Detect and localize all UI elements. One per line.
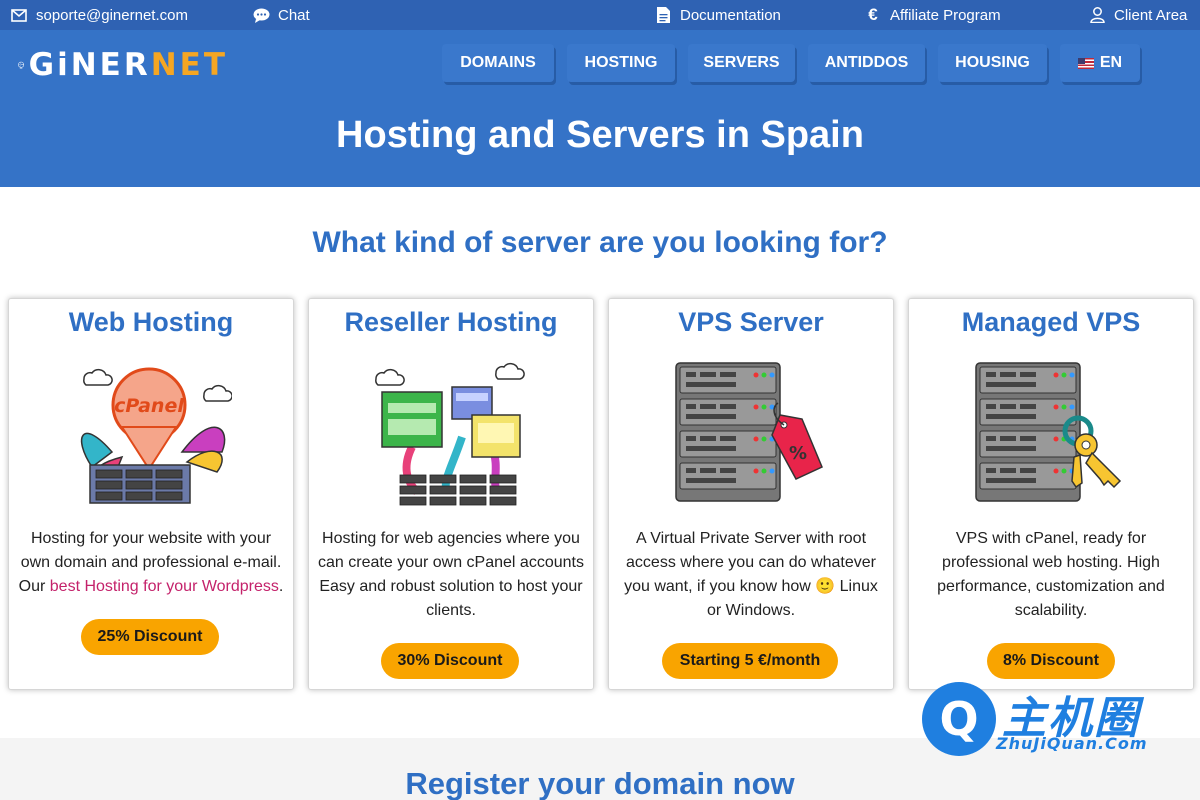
client-area-link[interactable]: Client Area xyxy=(1088,0,1187,30)
nav-domains[interactable]: DOMAINS xyxy=(442,44,554,82)
pricing-button[interactable]: Starting 5 €/month xyxy=(662,643,838,679)
document-icon xyxy=(654,6,672,24)
euro-icon: € xyxy=(868,5,878,24)
ginernet-logo[interactable]: GiNERNET xyxy=(18,34,228,96)
envelope-icon xyxy=(10,6,28,24)
user-icon xyxy=(1088,6,1106,24)
watermark-logo-icon: Q xyxy=(922,682,996,756)
register-domain-title: Register your domain now xyxy=(405,766,795,800)
wordpress-hosting-link[interactable]: best Hosting for your Wordpress xyxy=(50,578,279,595)
discount-button[interactable]: 30% Discount xyxy=(381,643,519,679)
top-bar: soporte@ginernet.com Chat Documentation … xyxy=(0,0,1200,30)
chat-text: Chat xyxy=(278,6,310,24)
chat-bubble-icon xyxy=(252,6,270,24)
card-description: A Virtual Private Server with root acces… xyxy=(624,530,878,619)
language-label: EN xyxy=(1099,54,1123,71)
server-rack-icon xyxy=(675,362,781,502)
documentation-text: Documentation xyxy=(680,6,781,24)
zhujiquan-watermark: Q 主机圈 ZhuJiQuan.Com xyxy=(922,682,1172,758)
email-link[interactable]: soporte@ginernet.com xyxy=(10,0,188,30)
logo-wordmark: GiNERNET xyxy=(28,47,228,83)
site-header: GiNERNET DOMAINS HOSTING SERVERS ANTIDDO… xyxy=(0,30,1200,187)
svg-text:cPanel: cPanel xyxy=(114,395,184,417)
section-title: What kind of server are you looking for? xyxy=(312,226,888,259)
email-text: soporte@ginernet.com xyxy=(36,6,188,24)
card-title[interactable]: Managed VPS xyxy=(909,307,1193,338)
nav-language[interactable]: EN xyxy=(1060,44,1140,82)
hero-title: Hosting and Servers in Spain xyxy=(336,114,864,156)
cloud-icon xyxy=(495,363,525,380)
nav-antiddos[interactable]: ANTIDDOS xyxy=(808,44,925,82)
card-title[interactable]: VPS Server xyxy=(609,307,893,338)
vps-server-illustration: % xyxy=(675,362,823,502)
card-description: Hosting for your website with your own d… xyxy=(18,530,284,595)
cloud-icon xyxy=(375,369,405,386)
discount-button[interactable]: 25% Discount xyxy=(81,619,219,655)
card-title[interactable]: Web Hosting xyxy=(9,307,293,338)
card-managed-vps: Managed VPS VPS with cPanel, ready for p… xyxy=(908,298,1194,690)
managed-vps-illustration xyxy=(975,362,1122,502)
nav-housing[interactable]: HOUSING xyxy=(938,44,1047,82)
nav-hosting[interactable]: HOSTING xyxy=(567,44,675,82)
nav-servers[interactable]: SERVERS xyxy=(688,44,795,82)
cpanel-hosting-illustration: cPanel xyxy=(80,367,232,504)
documentation-link[interactable]: Documentation xyxy=(654,0,781,30)
affiliate-text: Affiliate Program xyxy=(890,6,1001,24)
us-flag-icon xyxy=(1077,57,1094,69)
card-description: Hosting for web agencies where you can c… xyxy=(318,530,584,619)
svg-text:%: % xyxy=(789,443,807,464)
card-title[interactable]: Reseller Hosting xyxy=(309,307,593,338)
card-description: VPS with cPanel, ready for professional … xyxy=(937,530,1165,619)
client-area-text: Client Area xyxy=(1114,6,1188,24)
card-reseller-hosting: Reseller Hosting Hosting for web agencie… xyxy=(308,298,594,690)
chat-link[interactable]: Chat xyxy=(252,0,310,30)
affiliate-link[interactable]: € Affiliate Program xyxy=(864,0,1001,30)
card-vps-server: VPS Server % A Virtual Private Server wi… xyxy=(608,298,894,690)
watermark-english-text: ZhuJiQuan.Com xyxy=(996,734,1148,753)
discount-button[interactable]: 8% Discount xyxy=(987,643,1115,679)
reseller-hosting-illustration xyxy=(375,363,525,506)
globe-logo-icon xyxy=(18,61,25,69)
card-web-hosting: Web Hosting cPanel Hosting for your webs… xyxy=(8,298,294,690)
